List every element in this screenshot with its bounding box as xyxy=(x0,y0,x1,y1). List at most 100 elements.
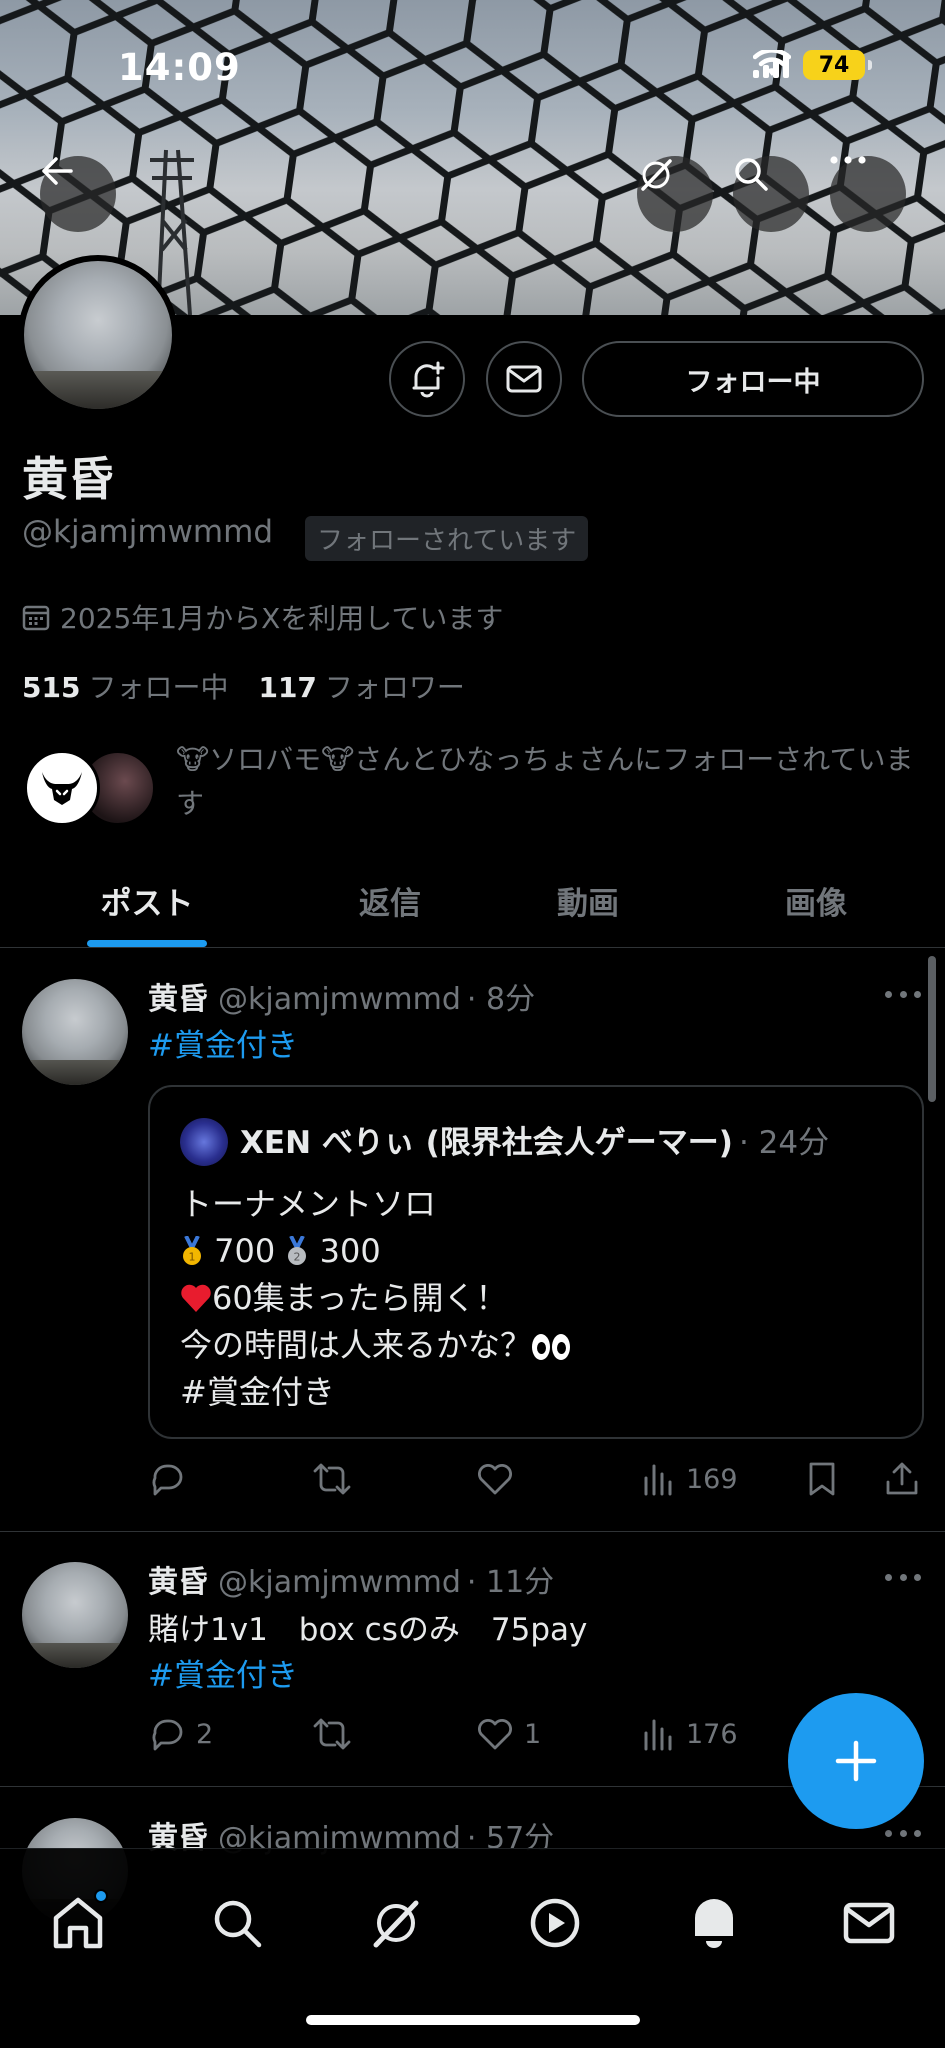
silver-medal-icon: 2 xyxy=(288,1236,307,1265)
more-icon xyxy=(830,156,866,164)
tab-replies[interactable]: 返信 xyxy=(290,852,490,948)
nav-messages[interactable] xyxy=(831,1885,907,1961)
quoted-author-avatar xyxy=(180,1118,228,1166)
plus-icon xyxy=(835,1740,877,1782)
quoted-line-2: 1 700 2 300 xyxy=(180,1228,572,1275)
back-button[interactable] xyxy=(40,156,116,232)
post-header: 黄昏 @kjamjmwmmd · 8分 xyxy=(148,974,535,1018)
message-button[interactable] xyxy=(486,341,562,417)
eyes-icon xyxy=(532,1332,572,1360)
follow-counts: 515 フォロー中 117 フォロワー xyxy=(22,666,465,706)
reply-button[interactable] xyxy=(148,1457,186,1501)
quoted-post[interactable]: XEN べりぃ (限界社会人ゲーマー) · 24分 トーナメントソロ 1 700 … xyxy=(148,1085,924,1439)
calendar-icon xyxy=(22,605,50,631)
profile-tabs: ポスト 返信 動画 画像 xyxy=(0,852,945,948)
following-count: 515 xyxy=(22,671,81,704)
quoted-line-1: トーナメントソロ xyxy=(180,1185,437,1223)
grok-button[interactable] xyxy=(637,156,713,232)
post-more-icon[interactable] xyxy=(885,991,921,1001)
following-label: フォロー中 xyxy=(88,671,229,704)
nav-video[interactable] xyxy=(517,1885,593,1961)
tab-media[interactable]: 画像 xyxy=(716,852,916,948)
tab-posts[interactable]: ポスト xyxy=(30,852,264,948)
post-more-icon[interactable] xyxy=(885,1574,921,1584)
quoted-line-5: #賞金付き xyxy=(180,1373,335,1411)
nav-notifications[interactable] xyxy=(676,1885,752,1961)
post-more-icon[interactable] xyxy=(885,1830,921,1840)
repost-icon xyxy=(313,1463,351,1495)
quoted-time: · 24分 xyxy=(738,1125,830,1161)
post-avatar[interactable] xyxy=(22,979,128,1085)
post-author-handle: @kjamjmwmmd xyxy=(218,1565,461,1600)
follows-you-badge: フォローされています xyxy=(305,516,589,561)
tab-videos[interactable]: 動画 xyxy=(488,852,688,948)
mutual-followers-text[interactable]: 🐮ソロバモ🐮さんとひなっちょさんにフォローされています xyxy=(176,738,916,826)
red-heart-icon xyxy=(181,1284,211,1312)
nav-grok[interactable] xyxy=(358,1885,434,1961)
messages-icon xyxy=(843,1902,895,1944)
quoted-body: トーナメントソロ 1 700 2 300 60集まったら開く！ 今の時間は人来る… xyxy=(180,1181,572,1416)
notify-button[interactable] xyxy=(389,341,465,417)
post-1-actions: 169 xyxy=(148,1457,924,1501)
compose-post-button[interactable] xyxy=(788,1693,924,1829)
silver-prize: 300 xyxy=(319,1232,381,1270)
views-icon xyxy=(644,1719,672,1751)
wifi-icon xyxy=(753,50,791,76)
like-count: 1 xyxy=(524,1718,542,1750)
joined-date: 2025年1月からXを利用しています xyxy=(22,597,503,637)
svg-text:2: 2 xyxy=(294,1251,301,1264)
notification-add-icon xyxy=(412,361,445,398)
like-button[interactable] xyxy=(476,1457,514,1501)
home-indicator[interactable] xyxy=(306,2015,640,2025)
post-hashtag[interactable]: #賞金付き xyxy=(148,1020,298,1065)
bookmark-button[interactable] xyxy=(806,1457,838,1501)
mutual-followers-avatars[interactable] xyxy=(24,748,156,828)
battery-indicator: 74 xyxy=(803,50,872,80)
followers-count: 117 xyxy=(258,671,317,704)
active-tab-indicator xyxy=(87,940,207,947)
svg-text:1: 1 xyxy=(189,1251,196,1264)
post-author-name[interactable]: 黄昏 xyxy=(148,982,208,1017)
video-icon xyxy=(530,1898,580,1948)
views-button[interactable]: 176 xyxy=(642,1712,738,1756)
search-button[interactable] xyxy=(733,156,809,232)
status-time: 14:09 xyxy=(118,46,241,89)
post-avatar[interactable] xyxy=(22,1562,128,1668)
message-icon xyxy=(506,365,542,393)
repost-button[interactable] xyxy=(311,1457,353,1501)
repost-icon xyxy=(313,1718,351,1750)
profile-avatar[interactable] xyxy=(18,255,178,415)
quoted-line-4-text: 今の時間は人来るかな？ xyxy=(180,1326,533,1364)
post-hashtag[interactable]: #賞金付き xyxy=(148,1650,298,1695)
search-icon xyxy=(214,1900,262,1948)
views-button[interactable]: 169 xyxy=(642,1457,738,1501)
followers-link[interactable]: 117 フォロワー xyxy=(258,671,464,704)
display-name: 黄昏 xyxy=(22,452,114,506)
reply-button[interactable]: 2 xyxy=(148,1712,213,1756)
following-button[interactable]: フォロー中 xyxy=(582,341,924,417)
views-count: 176 xyxy=(686,1718,738,1750)
following-link[interactable]: 515 フォロー中 xyxy=(22,671,228,704)
more-button[interactable] xyxy=(830,156,906,232)
repost-button[interactable] xyxy=(311,1712,353,1756)
quoted-line-4: 今の時間は人来るかな？ xyxy=(180,1322,572,1369)
reply-icon xyxy=(152,1464,183,1496)
gold-prize: 700 xyxy=(214,1232,276,1270)
notifications-icon xyxy=(695,1899,733,1948)
post-time: · 11分 xyxy=(466,1565,555,1600)
nav-search[interactable] xyxy=(199,1885,275,1961)
like-button[interactable]: 1 xyxy=(476,1712,541,1756)
share-icon xyxy=(886,1462,918,1495)
mutual-avatar-1 xyxy=(24,750,100,826)
post-author-name[interactable]: 黄昏 xyxy=(148,1565,208,1600)
grok-icon xyxy=(641,159,672,191)
bull-logo-icon xyxy=(42,772,82,805)
home-notification-dot xyxy=(94,1889,108,1903)
nav-home[interactable] xyxy=(40,1885,116,1961)
share-button[interactable] xyxy=(884,1457,920,1501)
like-icon xyxy=(478,1464,512,1495)
post-author-handle: @kjamjmwmmd xyxy=(218,982,461,1017)
followers-label: フォロワー xyxy=(324,671,465,704)
quoted-line-3: 60集まったら開く！ xyxy=(180,1275,572,1322)
joined-text: 2025年1月からXを利用しています xyxy=(60,602,504,635)
